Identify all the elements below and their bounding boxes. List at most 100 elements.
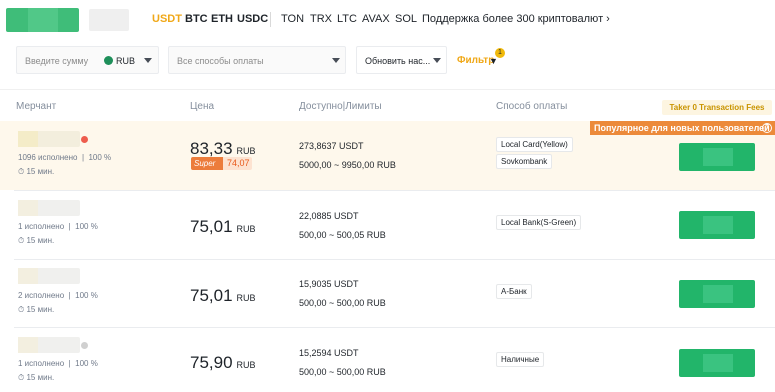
payment-method-tag: А-Банк xyxy=(496,284,532,299)
merchant-name[interactable] xyxy=(18,131,80,147)
limits: 5000,00 ~ 9950,00 RUB xyxy=(299,160,396,170)
payment-time: ⏱ 15 мин. xyxy=(18,167,54,177)
orders-count: 1096 исполнено xyxy=(18,153,78,162)
available-amount: 273,8637 USDT xyxy=(299,141,364,151)
coin-tab-btc[interactable]: BTC xyxy=(185,13,208,25)
help-icon[interactable]: ? xyxy=(762,123,772,133)
limits: 500,00 ~ 500,00 RUB xyxy=(299,367,386,377)
header-price: Цена xyxy=(190,101,215,112)
payment-time: ⏱ 15 мин. xyxy=(18,236,54,246)
limits: 500,00 ~ 500,00 RUB xyxy=(299,298,386,308)
completion-rate: 100 % xyxy=(88,153,112,162)
payment-time: ⏱ 15 мин. xyxy=(18,373,54,383)
merchant-stats: 1 исполнено | 100 % xyxy=(18,359,98,368)
price-currency: RUB xyxy=(236,360,256,370)
top-bar: USDT BTC ETH USDC TON TRX LTC AVAX SOL П… xyxy=(0,0,775,40)
completion-rate: 100 % xyxy=(75,291,98,300)
price-value: 75,01 RUB xyxy=(190,286,256,306)
divider xyxy=(0,89,775,90)
buy-button[interactable] xyxy=(679,211,755,239)
coin-tab-avax[interactable]: AVAX xyxy=(362,13,390,25)
clock-icon: ⏱ xyxy=(18,305,25,314)
orders-count: 2 исполнено xyxy=(18,291,65,300)
coin-tab-sol[interactable]: SOL xyxy=(395,13,417,25)
payment-method-select[interactable]: Все способы оплаты xyxy=(168,46,346,74)
merchant-name[interactable] xyxy=(18,337,80,353)
header-available: Доступно|Лимиты xyxy=(299,101,382,112)
payment-time: ⏱ 15 мин. xyxy=(18,305,54,315)
chevron-down-icon xyxy=(433,58,441,63)
payment-method-tag: Local Card(Yellow) xyxy=(496,137,573,152)
price-value: 75,01 RUB xyxy=(190,217,256,237)
refresh-label: Обновить нас... xyxy=(365,56,431,66)
filter-count-badge: 1 xyxy=(495,48,505,58)
limits: 500,00 ~ 500,05 RUB xyxy=(299,230,386,240)
buy-button[interactable] xyxy=(679,349,755,377)
sell-tab[interactable] xyxy=(89,9,129,31)
payment-placeholder: Все способы оплаты xyxy=(177,56,264,66)
price-value: 83,33 RUB xyxy=(190,139,256,159)
merchant-name[interactable] xyxy=(18,200,80,216)
clock-icon: ⏱ xyxy=(18,373,25,382)
header-payment: Способ оплаты xyxy=(496,101,568,112)
coin-tab-ton[interactable]: TON xyxy=(281,13,304,25)
super-price: 74,07 xyxy=(223,157,252,170)
buy-button[interactable] xyxy=(679,143,755,171)
buy-button[interactable] xyxy=(679,280,755,308)
available-amount: 15,2594 USDT xyxy=(299,348,359,358)
chevron-down-icon xyxy=(332,58,340,63)
merchant-stats: 2 исполнено | 100 % xyxy=(18,291,98,300)
price-currency: RUB xyxy=(236,224,256,234)
available-amount: 15,9035 USDT xyxy=(299,279,359,289)
coin-tab-eth[interactable]: ETH xyxy=(211,13,233,25)
coin-tab-usdt[interactable]: USDT xyxy=(152,13,182,25)
header-merchant: Мерчант xyxy=(16,101,57,112)
row-divider xyxy=(14,190,775,191)
popular-banner-text: Популярное для новых пользователей xyxy=(594,123,770,133)
amount-input[interactable]: Введите сумму RUB xyxy=(16,46,159,74)
merchant-stats: 1 исполнено | 100 % xyxy=(18,222,98,231)
payment-method-tag: Local Bank(S-Green) xyxy=(496,215,582,230)
chevron-down-icon xyxy=(144,58,152,63)
completion-rate: 100 % xyxy=(75,222,98,231)
payment-method-tag: Sovkombank xyxy=(496,154,553,169)
time-value: 15 мин. xyxy=(26,236,55,245)
time-value: 15 мин. xyxy=(26,167,55,176)
taker-fee-badge: Taker 0 Transaction Fees xyxy=(662,100,772,115)
divider xyxy=(270,12,271,27)
price-amount: 75,01 xyxy=(190,286,233,305)
coin-tab-usdc[interactable]: USDC xyxy=(237,13,268,25)
currency-selected: RUB xyxy=(116,56,136,66)
orders-count: 1 исполнено xyxy=(18,359,65,368)
available-amount: 22,0885 USDT xyxy=(299,211,359,221)
more-coins-link[interactable]: Поддержка более 300 криптовалют › xyxy=(422,13,610,25)
time-value: 15 мин. xyxy=(26,373,55,382)
refresh-select[interactable]: Обновить нас... xyxy=(356,46,447,74)
merchant-name[interactable] xyxy=(18,268,80,284)
online-indicator-icon xyxy=(81,136,88,143)
row-divider xyxy=(14,259,775,260)
filter-icon[interactable]: ▼ xyxy=(489,56,498,66)
clock-icon: ⏱ xyxy=(18,167,25,176)
super-badge: Super xyxy=(191,157,223,170)
amount-placeholder: Введите сумму xyxy=(25,56,89,66)
chevron-right-icon: › xyxy=(606,13,610,25)
completion-rate: 100 % xyxy=(75,359,98,368)
clock-icon: ⏱ xyxy=(18,236,25,245)
time-value: 15 мин. xyxy=(26,305,55,314)
price-amount: 75,01 xyxy=(190,217,233,236)
popular-banner: Популярное для новых пользователей? xyxy=(590,121,775,135)
buy-tab[interactable] xyxy=(6,8,79,32)
coin-tab-trx[interactable]: TRX xyxy=(310,13,332,25)
orders-count: 1 исполнено xyxy=(18,222,65,231)
row-divider xyxy=(14,327,775,328)
price-value: 75,90 RUB xyxy=(190,353,256,373)
coin-tab-ltc[interactable]: LTC xyxy=(337,13,357,25)
merchant-stats: 1096 исполнено | 100 % xyxy=(18,153,112,162)
payment-method-tag: Наличные xyxy=(496,352,545,367)
price-amount: 83,33 xyxy=(190,139,233,158)
price-currency: RUB xyxy=(236,146,256,156)
ruble-icon xyxy=(104,56,113,65)
more-coins-label: Поддержка более 300 криптовалют xyxy=(422,13,604,25)
price-currency: RUB xyxy=(236,293,256,303)
